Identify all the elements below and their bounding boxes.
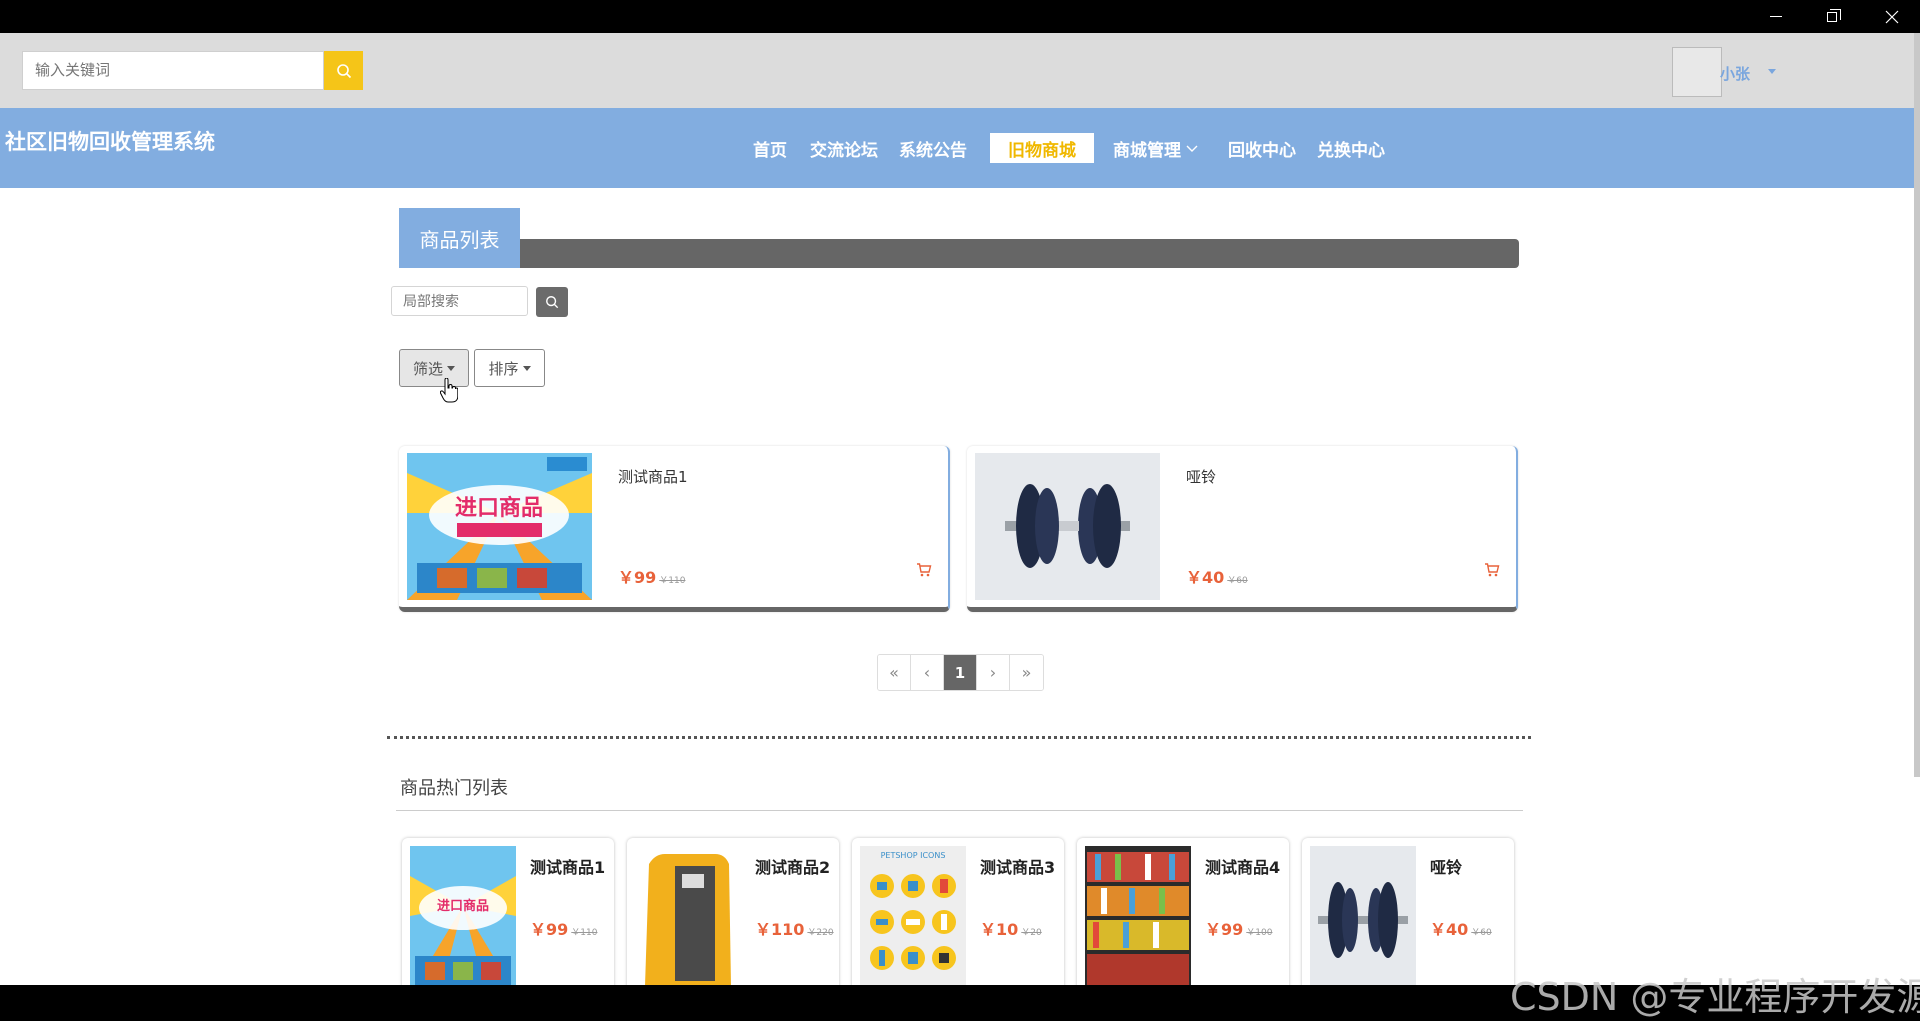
product-card[interactable]: 哑铃 ￥40 ￥60 xyxy=(967,446,1518,612)
product-name[interactable]: 测试商品4 xyxy=(1205,854,1280,878)
product-name[interactable]: 测试商品3 xyxy=(980,854,1055,878)
hot-product-card[interactable]: PETSHOP ICONS 测试商品3 ￥10 ￥20 xyxy=(852,838,1064,1000)
product-name[interactable]: 测试商品2 xyxy=(755,854,830,878)
current-price: ￥99 xyxy=(530,920,569,939)
site-title: 社区旧物回收管理系统 xyxy=(5,130,215,154)
local-search-input[interactable]: 局部搜索 xyxy=(391,286,528,316)
current-price: ￥10 xyxy=(980,920,1019,939)
global-search xyxy=(22,51,363,90)
close-icon[interactable] xyxy=(1864,0,1920,33)
pager-prev-button[interactable]: ‹ xyxy=(911,655,944,690)
caret-down-icon xyxy=(447,365,455,371)
old-price: ￥60 xyxy=(1227,576,1248,586)
section-title: 商品列表 xyxy=(399,208,520,268)
hand-cursor-icon xyxy=(440,378,458,403)
product-image-dumbbell[interactable] xyxy=(975,453,1160,600)
search-button[interactable] xyxy=(324,51,363,90)
cart-icon[interactable] xyxy=(1484,562,1500,578)
caret-down-icon xyxy=(522,365,531,371)
divider xyxy=(396,810,1523,811)
product-image-import[interactable]: 进口商品 xyxy=(410,846,516,994)
hot-product-card[interactable]: 哑铃 ￥40 ￥60 xyxy=(1302,838,1514,1000)
product-image-drinks[interactable] xyxy=(1085,846,1191,994)
chevron-down-icon[interactable] xyxy=(1768,69,1776,74)
hot-product-card[interactable]: 测试商品2 ￥110 ￥220 xyxy=(627,838,839,1000)
filter-label: 筛选 xyxy=(412,359,443,378)
svg-text:PETSHOP ICONS: PETSHOP ICONS xyxy=(881,851,946,860)
search-input[interactable] xyxy=(22,51,324,90)
nav-item-announcements[interactable]: 系统公告 xyxy=(897,133,969,163)
top-bar: 小张 xyxy=(0,33,1920,108)
filter-dropdown[interactable]: 筛选 xyxy=(399,349,469,387)
hot-product-card[interactable]: 进口商品 测试商品1 ￥99 ￥110 xyxy=(402,838,614,1000)
product-price: ￥110 ￥220 xyxy=(755,916,834,940)
current-price: ￥110 xyxy=(755,920,805,939)
restore-icon[interactable] xyxy=(1804,0,1860,33)
hot-product-card[interactable]: 测试商品4 ￥99 ￥100 xyxy=(1077,838,1289,1000)
product-name[interactable]: 测试商品1 xyxy=(530,854,605,878)
old-price: ￥110 xyxy=(659,576,686,586)
divider xyxy=(387,736,1531,739)
user-name[interactable]: 小张 xyxy=(1720,63,1750,84)
product-image-bag[interactable] xyxy=(635,846,741,994)
product-image-dumbbell[interactable] xyxy=(1310,846,1416,994)
product-name[interactable]: 测试商品1 xyxy=(618,466,688,487)
local-search-button[interactable] xyxy=(536,287,568,317)
nav-item-forum[interactable]: 交流论坛 xyxy=(808,133,880,163)
product-price: ￥10 ￥20 xyxy=(980,916,1042,940)
old-price: ￥100 xyxy=(1246,928,1273,938)
product-name[interactable]: 哑铃 xyxy=(1430,854,1462,878)
chevron-down-icon xyxy=(1186,145,1198,152)
pager-first-button[interactable]: « xyxy=(878,655,911,690)
avatar[interactable] xyxy=(1672,47,1722,97)
search-icon xyxy=(336,63,351,78)
product-price: ￥99 ￥110 xyxy=(618,564,685,588)
product-name[interactable]: 哑铃 xyxy=(1186,466,1216,487)
product-price: ￥40 ￥60 xyxy=(1186,564,1248,588)
nav-item-shop-management[interactable]: 商城管理 xyxy=(1113,133,1203,163)
nav-item-recycle[interactable]: 回收中心 xyxy=(1226,133,1298,163)
watermark: CSDN @专业程序开发源 xyxy=(1510,975,1920,1019)
current-price: ￥99 xyxy=(618,568,657,587)
window-titlebar xyxy=(0,0,1920,33)
main-nav: 社区旧物回收管理系统 首页 交流论坛 系统公告 旧物商城 商城管理 回收中心 兑… xyxy=(0,108,1920,188)
product-card[interactable]: 进口商品 测试商品1 ￥99 ￥110 xyxy=(399,446,950,612)
current-price: ￥40 xyxy=(1186,568,1225,587)
scrollbar[interactable] xyxy=(1914,33,1920,777)
hot-list-title: 商品热门列表 xyxy=(400,778,508,799)
product-image-petshop-icons[interactable]: PETSHOP ICONS xyxy=(860,846,966,994)
sort-dropdown[interactable]: 排序 xyxy=(474,349,545,387)
old-price: ￥220 xyxy=(807,928,834,938)
nav-item-home[interactable]: 首页 xyxy=(748,133,792,163)
product-price: ￥99 ￥100 xyxy=(1205,916,1272,940)
old-price: ￥60 xyxy=(1471,928,1492,938)
nav-item-shop[interactable]: 旧物商城 xyxy=(990,133,1094,163)
cart-icon[interactable] xyxy=(916,562,932,578)
nav-item-label: 商城管理 xyxy=(1113,140,1181,161)
section-title-bar xyxy=(399,239,1519,268)
current-price: ￥40 xyxy=(1430,920,1469,939)
pager-last-button[interactable]: » xyxy=(1010,655,1043,690)
current-price: ￥99 xyxy=(1205,920,1244,939)
nav-item-exchange[interactable]: 兑换中心 xyxy=(1315,133,1387,163)
pagination: « ‹ 1 › » xyxy=(877,654,1044,691)
old-price: ￥20 xyxy=(1021,928,1042,938)
search-icon xyxy=(546,296,559,309)
sort-label: 排序 xyxy=(488,359,519,378)
product-price: ￥99 ￥110 xyxy=(530,916,597,940)
old-price: ￥110 xyxy=(571,928,598,938)
product-price: ￥40 ￥60 xyxy=(1430,916,1492,940)
svg-text:进口商品: 进口商品 xyxy=(455,495,543,521)
minimize-icon[interactable] xyxy=(1748,0,1804,33)
svg-text:进口商品: 进口商品 xyxy=(437,898,489,914)
pager-next-button[interactable]: › xyxy=(977,655,1010,690)
pager-page-button[interactable]: 1 xyxy=(944,655,977,690)
app-window: 小张 社区旧物回收管理系统 首页 交流论坛 系统公告 旧物商城 商城管理 回收中… xyxy=(0,0,1920,1021)
product-image-import[interactable]: 进口商品 xyxy=(407,453,592,600)
